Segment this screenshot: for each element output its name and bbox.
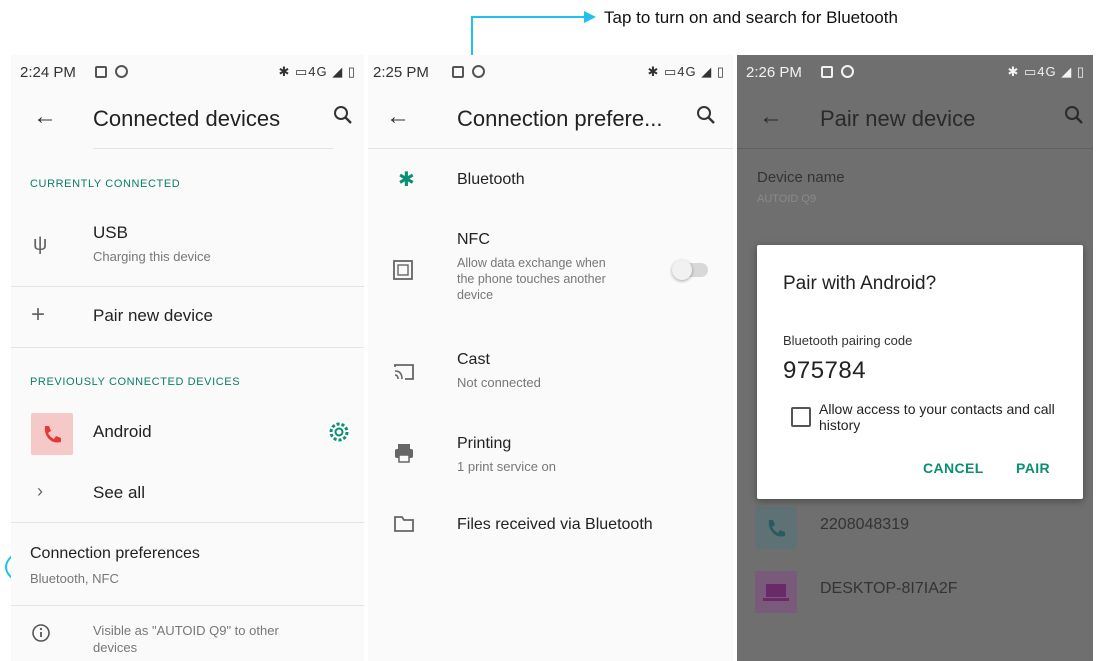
android-device-label: Android [93,422,152,441]
page-title: Pair new device [820,106,976,131]
divider [737,148,1093,149]
app-bar: ← Pair new device [737,91,1093,147]
files-received-label: Files received via Bluetooth [457,516,653,533]
screen-pair-new-device: 2:26 PM ✱ ▭4G ◢ ▯ ← Pair new device Devi… [737,55,1093,661]
divider [11,347,364,348]
device-avatar [31,413,73,455]
search-icon[interactable] [332,104,354,126]
status-bar: 2:24 PM ✱ ▭4G ◢ ▯ [11,55,364,91]
bluetooth-icon: ✱ [398,169,415,191]
printing-status: 1 print service on [457,459,556,474]
status-bar: 2:26 PM ✱ ▭4G ◢ ▯ [737,55,1093,91]
nfc-sub-line1: Allow data exchange when [457,256,606,270]
info-icon [32,624,50,642]
pairing-code: 975784 [783,357,867,384]
status-icons: ✱ ▭4G ◢ ▯ [647,64,725,79]
nfc-label: NFC [457,231,490,248]
connection-preferences-label: Connection preferences [30,545,200,562]
cast-status: Not connected [457,375,541,390]
divider [11,605,364,606]
section-header-previously-connected: PREVIOUSLY CONNECTED DEVICES [30,376,241,388]
chevron-right-icon: › [37,481,43,501]
back-arrow-icon[interactable]: ← [386,103,410,131]
status-icons: ✱ ▭4G ◢ ▯ [278,64,356,79]
pairing-dialog: Pair with Android? Bluetooth pairing cod… [757,245,1083,499]
device-avatar [755,571,797,613]
app-bar: ← Connected devices [11,91,364,147]
device-name-value: AUTOID Q9 [757,193,817,205]
divider [368,148,733,149]
plus-icon: + [31,301,46,328]
back-arrow-icon[interactable]: ← [759,103,783,131]
dialog-title: Pair with Android? [783,273,937,294]
cancel-button[interactable]: CANCEL [923,460,984,476]
sync-notification-icon [472,65,485,78]
nfc-toggle[interactable] [672,260,708,280]
visible-as-line2: devices [93,640,138,655]
sync-notification-icon [115,65,128,78]
phone-icon [44,426,61,443]
search-icon[interactable] [1063,104,1085,126]
gallery-notification-icon [95,66,107,78]
connection-preferences-sub: Bluetooth, NFC [30,571,119,586]
device-name-label: Device name [757,169,845,186]
folder-icon [394,516,414,532]
bluetooth-label: Bluetooth [457,171,525,188]
search-icon[interactable] [695,104,717,126]
device-1-label: 2208048319 [820,516,909,533]
gear-icon[interactable] [327,420,351,444]
back-arrow-icon[interactable]: ← [33,103,57,131]
page-title: Connection prefere... [457,106,663,131]
divider [93,148,333,149]
app-bar: ← Connection prefere... [368,91,733,147]
gallery-notification-icon [821,66,833,78]
status-time: 2:24 PM [20,64,76,81]
nfc-icon [393,260,413,280]
device-2-label: DESKTOP-8I7IA2F [820,580,958,597]
phone-icon [768,520,785,537]
contacts-access-checkbox[interactable] [791,407,811,427]
screen-connected-devices: 2:24 PM ✱ ▭4G ◢ ▯ ← Connected devices CU… [11,55,364,661]
sync-notification-icon [841,65,854,78]
device-avatar [755,507,797,549]
nfc-sub-line2: the phone touches another [457,272,606,286]
usb-status: Charging this device [93,249,211,264]
section-header-currently-connected: CURRENTLY CONNECTED [30,178,181,190]
cast-label: Cast [457,351,490,368]
gallery-notification-icon [452,66,464,78]
pair-button[interactable]: PAIR [1016,460,1050,476]
cast-icon [394,364,414,380]
computer-icon [763,584,789,601]
contacts-access-label: Allow access to your contacts and call h… [819,401,1055,433]
status-icons: ✱ ▭4G ◢ ▯ [1007,64,1085,79]
printing-label: Printing [457,435,512,452]
status-bar: 2:25 PM ✱ ▭4G ◢ ▯ [368,55,733,91]
divider [11,522,364,523]
toggle-thumb [672,260,692,280]
nfc-sub-line3: device [457,288,494,302]
pair-new-device-label: Pair new device [93,306,214,325]
pairing-code-label: Bluetooth pairing code [783,333,913,348]
screen-connection-preferences: 2:25 PM ✱ ▭4G ◢ ▯ ← Connection prefere..… [368,55,733,661]
status-time: 2:26 PM [746,64,802,81]
divider [11,286,364,287]
status-time: 2:25 PM [373,64,429,81]
see-all-label: See all [93,483,145,502]
usb-label: USB [93,223,128,242]
visible-as-line1: Visible as "AUTOID Q9" to other [93,623,279,638]
printer-icon [395,444,413,463]
usb-icon: ψ [33,233,48,255]
page-title: Connected devices [93,106,281,131]
